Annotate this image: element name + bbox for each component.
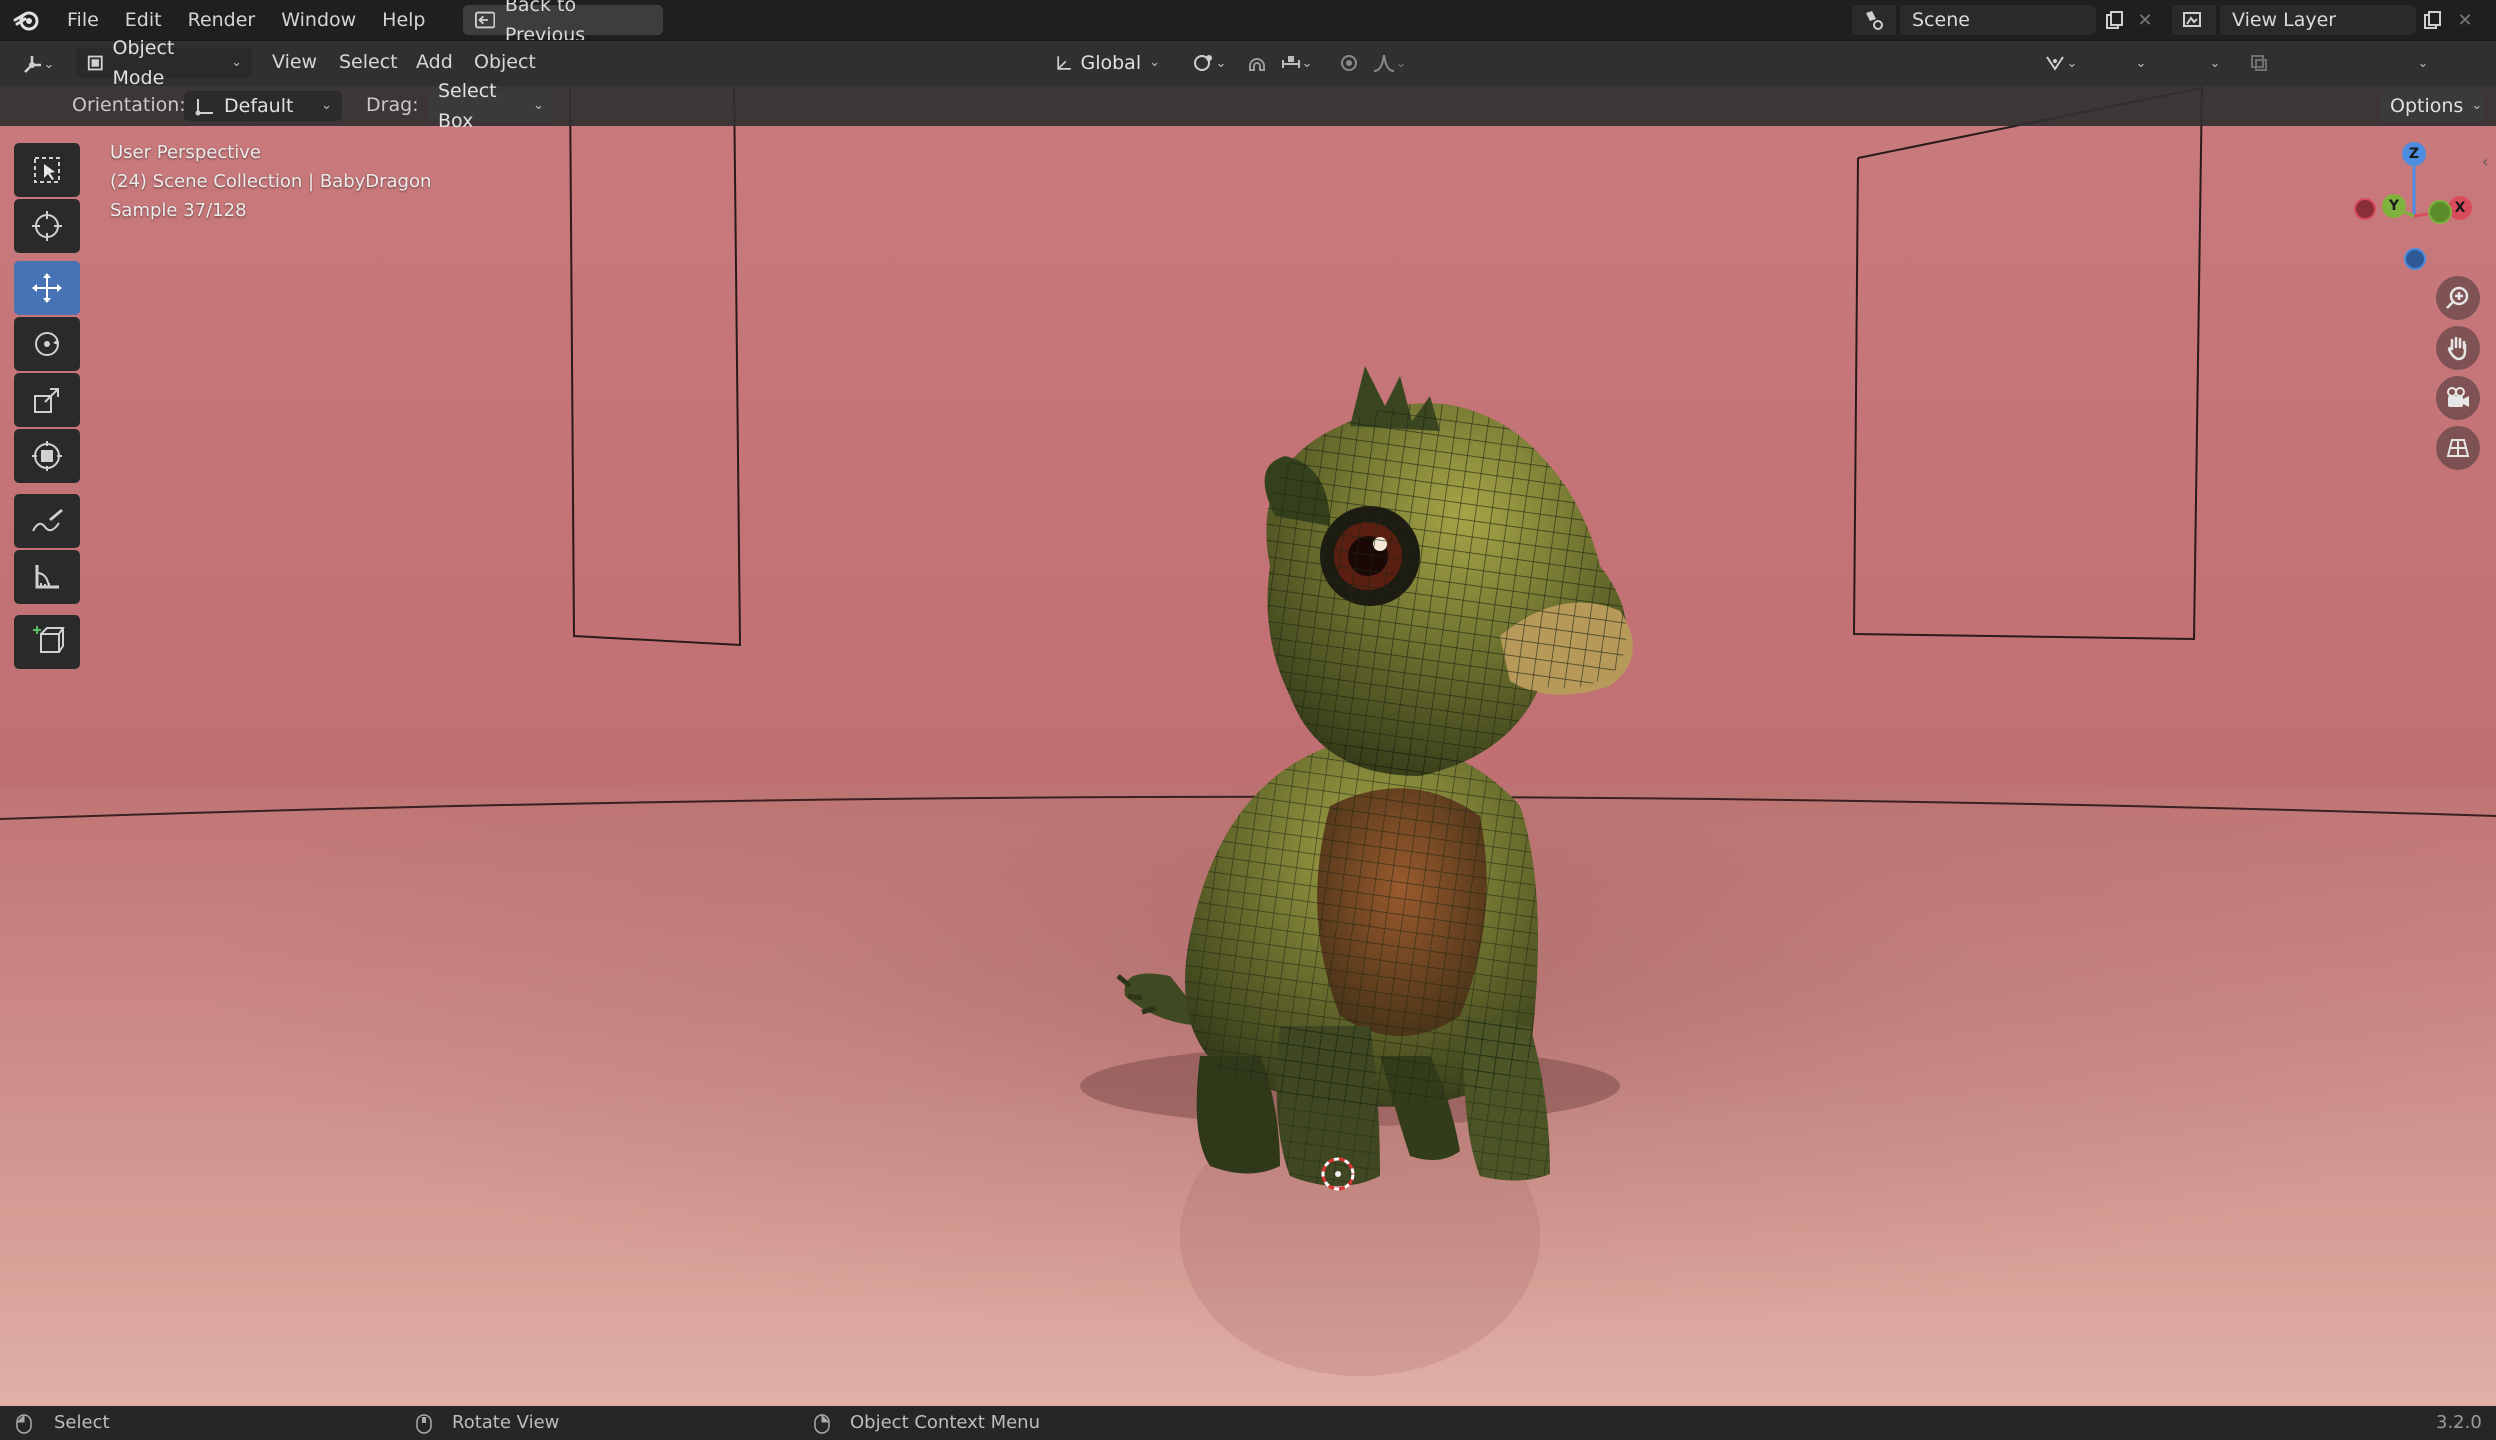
mouse-left-click-icon (16, 1414, 32, 1434)
move-tool[interactable] (14, 261, 80, 315)
orientation-axes-icon (1057, 56, 1071, 70)
snap-target-icon[interactable]: ⌄ (1274, 48, 1318, 78)
measure-tool[interactable] (14, 550, 80, 604)
move-arrows-icon (32, 273, 62, 303)
cursor-tool[interactable] (14, 199, 80, 253)
3d-cursor-icon[interactable] (1318, 1154, 1358, 1194)
tool-settings-bar: Orientation: Default ⌄ Drag: Select Box … (0, 80, 2496, 132)
orientation-default-icon (195, 99, 213, 116)
gizmo-neg-y-axis[interactable] (2428, 200, 2452, 224)
menu-window[interactable]: Window (268, 0, 369, 40)
drag-dropdown[interactable]: Select Box ⌄ (428, 80, 554, 132)
gizmo-y-axis[interactable]: Y (2382, 194, 2406, 218)
add-cube-tool[interactable] (14, 615, 80, 669)
object-visibility-icon[interactable]: ⌄ (2036, 48, 2084, 78)
options-label: Options (2390, 95, 2464, 117)
navigation-gizmo[interactable]: Z Y X (2346, 136, 2486, 270)
select-box-icon (34, 157, 60, 183)
blender-logo-icon[interactable] (0, 0, 54, 40)
shading-dropdown-icon[interactable]: ⌄ (2410, 48, 2436, 78)
header-menu-view[interactable]: View (272, 51, 317, 73)
status-select-hint: Select (54, 1412, 110, 1433)
camera-view-icon[interactable] (2436, 376, 2480, 420)
view-layer-name-field[interactable]: View Layer (2220, 5, 2416, 35)
crosshair-cursor-icon (32, 211, 62, 241)
drag-value: Select Box (438, 80, 497, 132)
zoom-view-icon[interactable] (2436, 276, 2480, 320)
status-context-menu-hint: Object Context Menu (850, 1412, 1041, 1433)
menu-file[interactable]: File (54, 0, 112, 40)
add-cube-icon (33, 626, 65, 653)
orthographic-toggle-icon[interactable] (2436, 426, 2480, 470)
object-mode-icon (87, 55, 103, 71)
new-view-layer-icon[interactable] (2416, 5, 2450, 35)
transform-tool[interactable] (14, 429, 80, 483)
overlays-dropdown-icon[interactable]: ⌄ (2202, 48, 2228, 78)
options-dropdown[interactable]: Options ⌄ (2380, 91, 2484, 121)
mouse-right-click-icon (814, 1414, 830, 1434)
back-to-previous-button[interactable]: Back to Previous (462, 0, 663, 46)
proportional-editing-icon[interactable] (1332, 48, 1366, 78)
measure-ruler-icon (35, 565, 59, 589)
snap-toggle-icon[interactable] (1240, 48, 1274, 78)
viewport-header: ⌄ Object Mode ⌄ View Select Add Object G… (0, 37, 2496, 118)
scale-icon (34, 388, 59, 413)
gizmo-z-axis[interactable]: Z (2402, 142, 2426, 166)
delete-view-layer-icon[interactable]: ✕ (2448, 5, 2482, 35)
mouse-middle-click-icon (416, 1414, 432, 1434)
status-bar: Select Rotate View Object Context Menu 3… (0, 1406, 2496, 1440)
select-box-tool[interactable] (14, 143, 80, 197)
transform-orientation-dropdown[interactable]: Global ⌄ (1044, 48, 1170, 78)
orientation-value: Default (224, 95, 294, 117)
sidebar-collapse-icon[interactable]: ‹ (2482, 152, 2496, 182)
chevron-down-icon: ⌄ (231, 55, 242, 70)
pivot-point-icon[interactable]: ⌄ (1186, 48, 1232, 78)
scale-tool[interactable] (14, 373, 80, 427)
header-menu-select[interactable]: Select (339, 51, 398, 73)
mode-label: Object Mode (112, 37, 175, 89)
rotate-tool[interactable] (14, 317, 80, 371)
orientation-setting-label: Orientation: (72, 94, 186, 116)
gizmo-neg-x-axis[interactable] (2354, 198, 2376, 220)
drag-setting-label: Drag: (366, 94, 419, 116)
status-rotate-hint: Rotate View (452, 1412, 560, 1433)
3d-viewport[interactable]: User Perspective (24) Scene Collection |… (0, 86, 2496, 1406)
scene-icon[interactable] (1852, 5, 1896, 35)
menu-help[interactable]: Help (369, 0, 438, 40)
editor-type-icon[interactable]: ⌄ (12, 49, 64, 79)
collection-info-label: (24) Scene Collection | BabyDragon (110, 171, 432, 192)
header-menu-object[interactable]: Object (474, 51, 536, 73)
xray-toggle-icon[interactable] (2242, 48, 2276, 78)
scene-name-field[interactable]: Scene (1900, 5, 2096, 35)
rotate-icon (35, 332, 59, 356)
transform-icon (32, 441, 62, 471)
view-layer-icon[interactable] (2172, 5, 2216, 35)
blender-version-label: 3.2.0 (2436, 1412, 2482, 1433)
annotate-pencil-icon (32, 509, 63, 532)
mode-selector[interactable]: Object Mode ⌄ (76, 37, 252, 89)
back-arrow-icon (474, 11, 495, 29)
pan-view-hand-icon[interactable] (2436, 326, 2480, 370)
orientation-dropdown[interactable]: Default ⌄ (184, 91, 342, 121)
baby-dragon-model[interactable] (1080, 336, 1700, 1216)
view-name-label: User Perspective (110, 142, 261, 163)
gizmo-dropdown-icon[interactable]: ⌄ (2128, 48, 2154, 78)
header-menu-add[interactable]: Add (416, 51, 453, 73)
delete-scene-icon[interactable]: ✕ (2128, 5, 2162, 35)
orientation-label: Global (1080, 52, 1142, 74)
gizmo-neg-z-axis[interactable] (2404, 248, 2426, 270)
new-scene-icon[interactable] (2098, 5, 2132, 35)
falloff-curve-icon[interactable]: ⌄ (1366, 48, 1412, 78)
annotate-tool[interactable] (14, 494, 80, 548)
render-sample-label: Sample 37/128 (110, 200, 247, 221)
